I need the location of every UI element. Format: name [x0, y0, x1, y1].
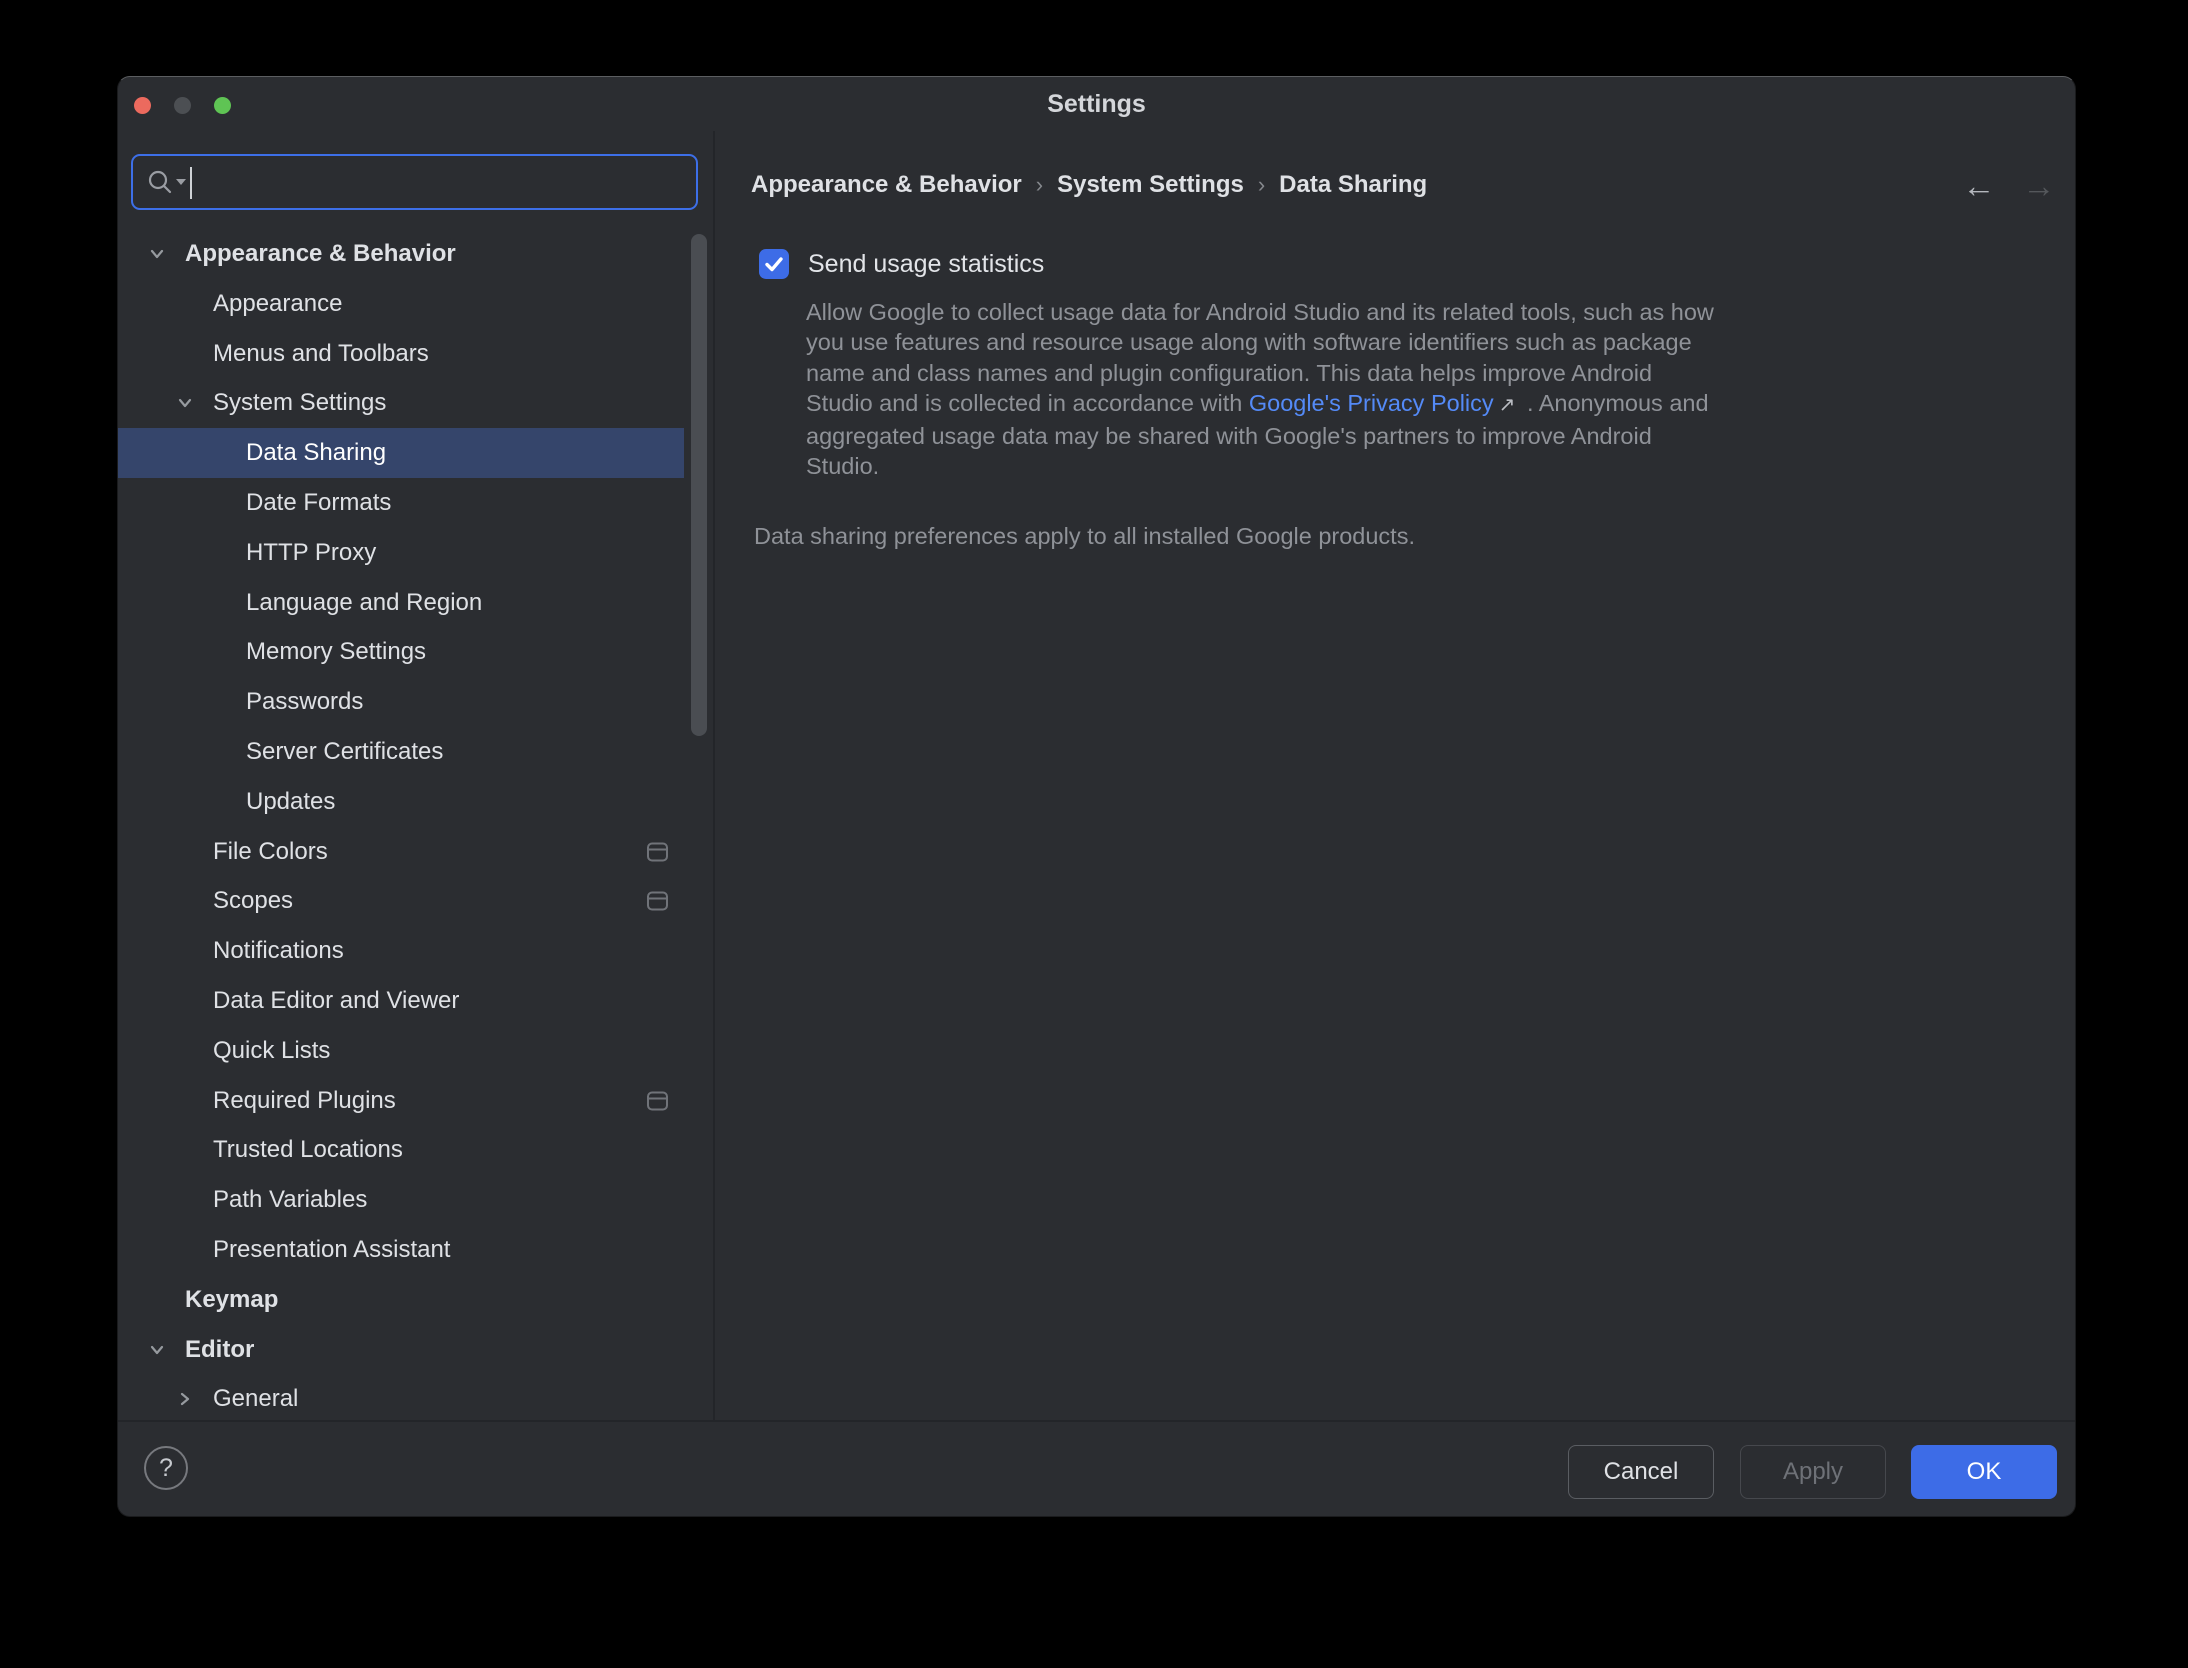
sidebar-item-label: Keymap	[185, 1286, 278, 1314]
data-sharing-note: Data sharing preferences apply to all in…	[754, 523, 1415, 550]
sidebar-item-notifications[interactable]: Notifications	[118, 926, 714, 976]
sidebar-item-passwords[interactable]: Passwords	[118, 677, 714, 727]
search-options-dropdown-icon	[176, 179, 186, 185]
chevron-down-icon[interactable]	[145, 1338, 169, 1362]
footer-divider	[118, 1420, 2075, 1422]
chevron-right-icon[interactable]	[173, 1387, 197, 1411]
send-usage-statistics-checkbox[interactable]	[759, 249, 789, 279]
checkmark-icon	[759, 249, 789, 279]
sidebar-item-label: Required Plugins	[213, 1087, 396, 1115]
sidebar-item-file-colors[interactable]: File Colors	[118, 827, 714, 877]
sidebar-item-updates[interactable]: Updates	[118, 777, 714, 827]
sidebar-item-data-sharing[interactable]: Data Sharing	[118, 428, 714, 478]
breadcrumb-item-system-settings[interactable]: System Settings	[1057, 171, 1244, 199]
sidebar-item-general[interactable]: General	[118, 1374, 714, 1420]
back-arrow-icon[interactable]: ←	[1956, 167, 2002, 205]
sidebar-item-label: Memory Settings	[246, 638, 426, 666]
sidebar-item-menus-and-toolbars[interactable]: Menus and Toolbars	[118, 329, 714, 379]
sidebar-item-system-settings[interactable]: System Settings	[118, 378, 714, 428]
sidebar-item-data-editor-and-viewer[interactable]: Data Editor and Viewer	[118, 976, 714, 1026]
project-window-icon	[647, 1091, 668, 1110]
sidebar-item-label: Editor	[185, 1336, 254, 1364]
sidebar-item-label: Quick Lists	[213, 1037, 330, 1065]
breadcrumb-item-data-sharing[interactable]: Data Sharing	[1279, 171, 1427, 199]
sidebar-item-label: Server Certificates	[246, 738, 443, 766]
sidebar-item-memory-settings[interactable]: Memory Settings	[118, 627, 714, 677]
sidebar-item-label: Path Variables	[213, 1186, 367, 1214]
sidebar-item-required-plugins[interactable]: Required Plugins	[118, 1076, 714, 1126]
sidebar-item-label: Data Sharing	[246, 439, 386, 467]
sidebar-item-trusted-locations[interactable]: Trusted Locations	[118, 1125, 714, 1175]
settings-window: Settings Appearance & Behavior Appearanc…	[117, 76, 2076, 1517]
sidebar-item-label: Menus and Toolbars	[213, 340, 429, 368]
sidebar-item-label: Language and Region	[246, 589, 482, 617]
sidebar-item-path-variables[interactable]: Path Variables	[118, 1175, 714, 1225]
chevron-down-icon[interactable]	[173, 391, 197, 415]
sidebar-item-label: Trusted Locations	[213, 1136, 403, 1164]
sidebar-item-label: Passwords	[246, 688, 363, 716]
sidebar-item-label: Presentation Assistant	[213, 1236, 450, 1264]
sidebar-item-appearance-behavior[interactable]: Appearance & Behavior	[118, 229, 714, 279]
sidebar-item-label: Data Editor and Viewer	[213, 987, 459, 1015]
sidebar-scrollbar-thumb[interactable]	[691, 234, 707, 736]
privacy-policy-link[interactable]: Google's Privacy Policy	[1249, 390, 1494, 416]
sidebar-item-language-and-region[interactable]: Language and Region	[118, 578, 714, 628]
help-button[interactable]: ?	[144, 1446, 188, 1490]
sidebar-item-keymap[interactable]: Keymap	[118, 1275, 714, 1325]
search-field[interactable]	[131, 154, 698, 210]
breadcrumb-separator: ›	[1244, 172, 1279, 198]
sidebar-item-label: HTTP Proxy	[246, 539, 376, 567]
selected-row-highlight	[118, 428, 684, 478]
sidebar-item-label: Scopes	[213, 887, 293, 915]
chevron-down-icon[interactable]	[145, 242, 169, 266]
sidebar-item-label: File Colors	[213, 838, 328, 866]
project-window-icon	[647, 892, 668, 911]
project-window-icon	[647, 842, 668, 861]
breadcrumb-separator: ›	[1022, 172, 1057, 198]
search-icon[interactable]	[145, 168, 191, 198]
breadcrumb-item-appearance-behavior[interactable]: Appearance & Behavior	[751, 171, 1022, 199]
send-usage-statistics-label: Send usage statistics	[808, 249, 1044, 279]
breadcrumb: Appearance & Behavior›System Settings›Da…	[751, 171, 1427, 199]
usage-statistics-description: Allow Google to collect usage data for A…	[806, 297, 1816, 481]
sidebar-item-presentation-assistant[interactable]: Presentation Assistant	[118, 1225, 714, 1275]
sidebar-item-quick-lists[interactable]: Quick Lists	[118, 1026, 714, 1076]
sidebar-item-label: General	[213, 1385, 298, 1413]
sidebar-item-editor[interactable]: Editor	[118, 1325, 714, 1375]
cancel-button[interactable]: Cancel	[1568, 1445, 1714, 1499]
sidebar-item-appearance[interactable]: Appearance	[118, 279, 714, 329]
forward-arrow-icon[interactable]: →	[2016, 167, 2062, 205]
sidebar-divider	[713, 131, 715, 1420]
question-mark-icon: ?	[159, 1454, 173, 1483]
ok-button[interactable]: OK	[1911, 1445, 2057, 1499]
apply-button[interactable]: Apply	[1740, 1445, 1886, 1499]
settings-tree: Appearance & Behavior Appearance Menus a…	[118, 229, 714, 1420]
sidebar-item-date-formats[interactable]: Date Formats	[118, 478, 714, 528]
sidebar-item-http-proxy[interactable]: HTTP Proxy	[118, 528, 714, 578]
sidebar-item-label: Updates	[246, 788, 335, 816]
text-caret	[190, 167, 192, 199]
sidebar-item-scopes[interactable]: Scopes	[118, 876, 714, 926]
sidebar-item-server-certificates[interactable]: Server Certificates	[118, 727, 714, 777]
window-title: Settings	[118, 90, 2075, 119]
sidebar-item-label: Appearance & Behavior	[185, 240, 456, 268]
sidebar-item-label: Notifications	[213, 937, 344, 965]
sidebar-item-label: Date Formats	[246, 489, 391, 517]
sidebar-item-label: Appearance	[213, 290, 342, 318]
sidebar-item-label: System Settings	[213, 389, 386, 417]
search-input[interactable]	[203, 160, 687, 206]
external-link-icon: ↗	[1499, 394, 1516, 416]
